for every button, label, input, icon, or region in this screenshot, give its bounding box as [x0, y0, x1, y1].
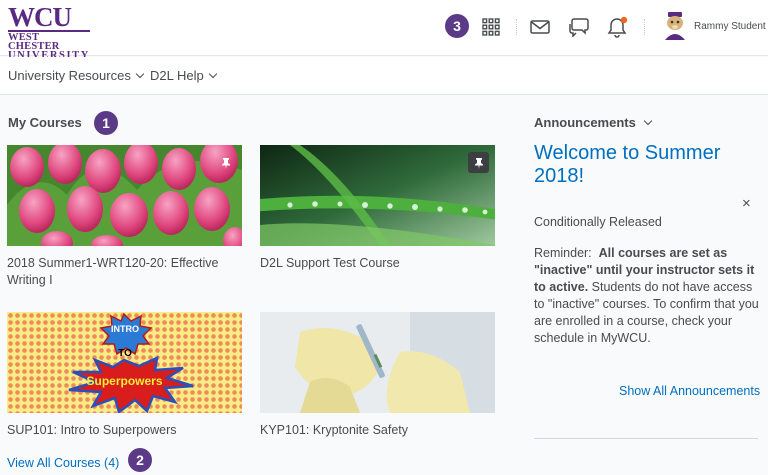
waffle-icon[interactable] [478, 14, 504, 40]
announcements-label: Announcements [534, 115, 636, 130]
my-courses-heading: My Courses [8, 115, 82, 130]
announcements-heading[interactable]: Announcements [534, 115, 653, 130]
chevron-down-icon [135, 69, 145, 79]
chevron-down-icon [208, 69, 217, 79]
header-separator [644, 19, 645, 35]
avatar [662, 12, 688, 40]
pin-icon[interactable] [215, 152, 236, 173]
course-title[interactable]: SUP101: Intro to Superpowers [7, 422, 242, 439]
callout-badge-2: 2 [128, 448, 152, 472]
course-image-grass[interactable] [260, 145, 495, 246]
course-title[interactable]: KYP101: Kryptonite Safety [260, 422, 495, 439]
wcu-logo[interactable]: WCU WEST CHESTER UNIVERSITY [8, 2, 90, 60]
logo-wcu: WCU [8, 2, 72, 32]
announcement-body: Reminder: All courses are set as "inacti… [534, 245, 760, 347]
comic-to-text: TO [118, 348, 132, 359]
announcement-reminder: Reminder: [534, 246, 592, 260]
top-header: WCU WEST CHESTER UNIVERSITY 3 Rammy Stud… [0, 0, 768, 60]
chevron-down-icon [643, 116, 653, 126]
comic-superpowers-text: Superpowers [86, 374, 163, 388]
callout-badge-1: 1 [94, 111, 118, 135]
nav-label: University Resources [8, 68, 131, 83]
course-image-tulips[interactable] [7, 145, 242, 246]
pin-icon[interactable] [468, 152, 489, 173]
close-icon[interactable]: × [742, 195, 751, 212]
nav-bar: University Resources D2L Help [0, 57, 768, 95]
callout-badge-3: 3 [445, 14, 469, 38]
course-title[interactable]: D2L Support Test Course [260, 255, 495, 272]
view-all-courses-link[interactable]: View All Courses (4) [7, 456, 119, 470]
nav-d2l-help[interactable]: D2L Help [150, 68, 217, 83]
show-all-announcements-link[interactable]: Show All Announcements [619, 384, 760, 398]
logo-west-chester: WEST CHESTER [8, 31, 60, 52]
course-image-lab[interactable] [260, 312, 495, 413]
course-title[interactable]: 2018 Summer1-WRT120-20: Effective Writin… [7, 255, 242, 289]
course-image-superpowers[interactable]: INTRO TO Superpowers [7, 312, 242, 413]
comic-intro-text: INTRO [111, 324, 139, 334]
nav-university-resources[interactable]: University Resources [8, 68, 145, 83]
nav-label: D2L Help [150, 68, 204, 83]
bell-icon[interactable] [605, 14, 631, 40]
divider [534, 438, 758, 439]
announcement-title[interactable]: Welcome to Summer 2018! [534, 142, 754, 188]
chat-icon[interactable] [566, 14, 592, 40]
user-name: Rammy Student [694, 21, 766, 32]
header-separator [516, 19, 517, 35]
announcement-status: Conditionally Released [534, 215, 662, 229]
mail-icon[interactable] [527, 14, 553, 40]
